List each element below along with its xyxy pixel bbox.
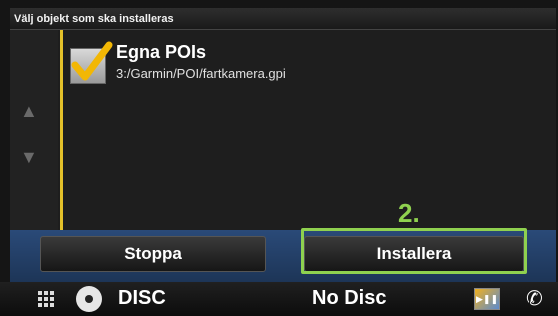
head-unit-display: Välj objekt som ska installeras ▲ ▼ Egna…	[0, 0, 558, 316]
disc-status: No Disc	[312, 287, 387, 309]
item-title: Egna POIs	[116, 42, 207, 62]
page-title: Välj objekt som ska installeras	[10, 8, 556, 30]
install-highlight-box	[301, 228, 527, 274]
status-bar: DISC No Disc ▶❚❚ ✆	[0, 282, 558, 316]
checkbox-checked-icon[interactable]	[70, 41, 113, 84]
object-list: ▲ ▼ Egna POIs 3:/Garmin/POI/fartkamera.g…	[10, 30, 556, 230]
disc-icon[interactable]	[76, 286, 102, 312]
install-screen: Välj objekt som ska installeras ▲ ▼ Egna…	[10, 8, 556, 282]
step-annotation: 2.	[398, 198, 420, 228]
stop-button[interactable]: Stoppa	[40, 236, 266, 272]
grid-menu-icon[interactable]	[38, 291, 54, 307]
arrow-up-icon[interactable]: ▲	[20, 102, 38, 120]
list-divider	[60, 30, 63, 230]
arrow-down-icon[interactable]: ▼	[20, 148, 38, 166]
source-label[interactable]: DISC	[118, 287, 166, 310]
item-path: 3:/Garmin/POI/fartkamera.gpi	[116, 66, 286, 81]
list-item[interactable]: Egna POIs 3:/Garmin/POI/fartkamera.gpi	[66, 38, 546, 86]
media-icon[interactable]: ▶❚❚	[474, 288, 500, 310]
phone-icon[interactable]: ✆	[526, 286, 543, 311]
scroll-rail: ▲ ▼	[10, 30, 58, 230]
